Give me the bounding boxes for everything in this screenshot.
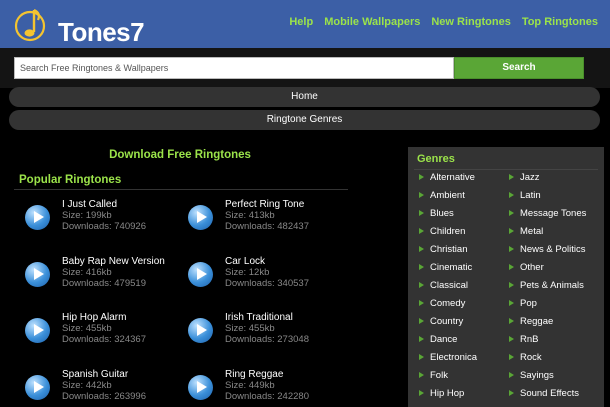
ringtone-size: Size: 455kb [62, 323, 112, 334]
search-bar: Search Free Ringtones & Wallpapers Searc… [0, 48, 610, 88]
ringtone-item[interactable]: Car Lock Size: 12kb Downloads: 340537 [188, 256, 358, 296]
play-icon[interactable] [188, 262, 213, 287]
nav-top-ringtones-link[interactable]: Top Ringtones [522, 16, 598, 28]
genre-link[interactable]: Cinematic [419, 262, 472, 273]
ringtone-item[interactable]: Perfect Ring Tone Size: 413kb Downloads:… [188, 199, 358, 239]
ringtone-name[interactable]: I Just Called [62, 199, 117, 210]
ringtone-name[interactable]: Ring Reggae [225, 369, 283, 380]
ringtone-name[interactable]: Perfect Ring Tone [225, 199, 304, 210]
top-nav: Help Mobile Wallpapers New Ringtones Top… [289, 16, 598, 28]
genre-link[interactable]: Hip Hop [419, 388, 464, 399]
genre-link[interactable]: Christian [419, 244, 468, 255]
genre-link[interactable]: Message Tones [509, 208, 586, 219]
genre-link[interactable]: Ambient [419, 190, 465, 201]
home-nav-button[interactable]: Home [9, 87, 600, 107]
ringtone-downloads: Downloads: 273048 [225, 334, 309, 345]
genre-link[interactable]: Alternative [419, 172, 475, 183]
ringtone-downloads: Downloads: 324367 [62, 334, 146, 345]
divider [14, 189, 348, 190]
play-icon[interactable] [25, 375, 50, 400]
ringtone-size: Size: 199kb [62, 210, 112, 221]
divider [414, 169, 598, 170]
ringtone-name[interactable]: Hip Hop Alarm [62, 312, 126, 323]
ringtone-downloads: Downloads: 482437 [225, 221, 309, 232]
nav-help-link[interactable]: Help [289, 16, 313, 28]
ringtone-name[interactable]: Baby Rap New Version [62, 256, 165, 267]
genre-link[interactable]: Metal [509, 226, 543, 237]
nav-new-ringtones-link[interactable]: New Ringtones [431, 16, 510, 28]
site-header: Tones7 Help Mobile Wallpapers New Ringto… [0, 0, 610, 48]
ringtone-item[interactable]: Hip Hop Alarm Size: 455kb Downloads: 324… [25, 312, 195, 352]
genre-link[interactable]: Folk [419, 370, 448, 381]
ringtone-size: Size: 455kb [225, 323, 275, 334]
search-input[interactable]: Search Free Ringtones & Wallpapers [14, 57, 454, 79]
search-button[interactable]: Search [454, 57, 584, 79]
genre-link[interactable]: Electronica [419, 352, 477, 363]
download-title: Download Free Ringtones [109, 149, 251, 161]
music-note-icon [14, 8, 46, 42]
ringtone-name[interactable]: Car Lock [225, 256, 265, 267]
genres-panel: Genres Alternative Ambient Blues Childre… [408, 147, 604, 407]
genre-link[interactable]: Children [419, 226, 465, 237]
play-icon[interactable] [188, 375, 213, 400]
genre-link[interactable]: Classical [419, 280, 468, 291]
ringtone-downloads: Downloads: 242280 [225, 391, 309, 402]
ringtone-size: Size: 442kb [62, 380, 112, 391]
ringtone-item[interactable]: Irish Traditional Size: 455kb Downloads:… [188, 312, 358, 352]
genre-link[interactable]: RnB [509, 334, 538, 345]
ringtone-item[interactable]: Baby Rap New Version Size: 416kb Downloa… [25, 256, 195, 296]
ringtone-downloads: Downloads: 263996 [62, 391, 146, 402]
ringtone-size: Size: 413kb [225, 210, 275, 221]
ringtone-downloads: Downloads: 740926 [62, 221, 146, 232]
genre-link[interactable]: News & Politics [509, 244, 585, 255]
ringtone-name[interactable]: Spanish Guitar [62, 369, 128, 380]
genre-link[interactable]: Dance [419, 334, 457, 345]
genre-link[interactable]: Rock [509, 352, 542, 363]
genre-link[interactable]: Pets & Animals [509, 280, 584, 291]
genre-link[interactable]: Reggae [509, 316, 553, 327]
popular-ringtones-title: Popular Ringtones [19, 174, 122, 186]
genre-link[interactable]: Sayings [509, 370, 554, 381]
genre-link[interactable]: Sound Effects [509, 388, 579, 399]
play-icon[interactable] [188, 318, 213, 343]
brand-name: Tones7 [58, 17, 145, 47]
play-icon[interactable] [188, 205, 213, 230]
ringtone-size: Size: 449kb [225, 380, 275, 391]
genre-link[interactable]: Other [509, 262, 544, 273]
ringtone-size: Size: 12kb [225, 267, 270, 278]
ringtone-item[interactable]: Ring Reggae Size: 449kb Downloads: 24228… [188, 369, 358, 407]
ringtone-downloads: Downloads: 340537 [225, 278, 309, 289]
play-icon[interactable] [25, 318, 50, 343]
play-icon[interactable] [25, 205, 50, 230]
genre-link[interactable]: Pop [509, 298, 537, 309]
ringtone-size: Size: 416kb [62, 267, 112, 278]
ringtone-downloads: Downloads: 479519 [62, 278, 146, 289]
play-icon[interactable] [25, 262, 50, 287]
ringtone-item[interactable]: Spanish Guitar Size: 442kb Downloads: 26… [25, 369, 195, 407]
genre-link[interactable]: Latin [509, 190, 541, 201]
genre-link[interactable]: Country [419, 316, 463, 327]
ringtone-item[interactable]: I Just Called Size: 199kb Downloads: 740… [25, 199, 195, 239]
nav-mobile-wallpapers-link[interactable]: Mobile Wallpapers [324, 16, 420, 28]
genres-title: Genres [417, 153, 455, 165]
ringtone-name[interactable]: Irish Traditional [225, 312, 293, 323]
genre-link[interactable]: Jazz [509, 172, 540, 183]
site-logo[interactable]: Tones7 [14, 5, 154, 47]
ringtone-genres-nav-button[interactable]: Ringtone Genres [9, 110, 600, 130]
genre-link[interactable]: Comedy [419, 298, 465, 309]
genre-link[interactable]: Blues [419, 208, 454, 219]
